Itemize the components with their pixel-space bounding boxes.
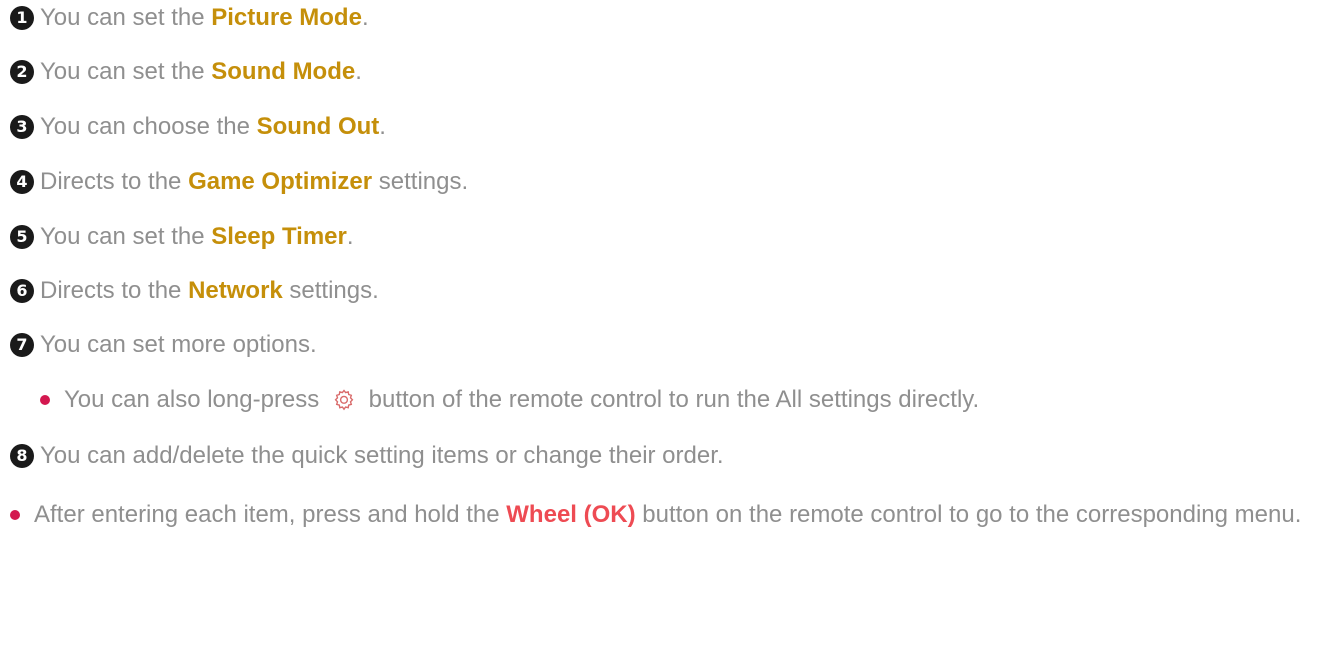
item-1-text: You can set the Picture Mode. bbox=[40, 4, 369, 31]
picture-mode-link: Picture Mode bbox=[211, 4, 362, 31]
number-badge-2: 2 bbox=[10, 60, 34, 84]
item-5: 5 You can set the Sleep Timer. bbox=[10, 222, 354, 252]
number-badge-7: 7 bbox=[10, 333, 34, 357]
item-4-text: Directs to the Game Optimizer settings. bbox=[40, 168, 469, 195]
sub-note: You can also long-press button of the re… bbox=[40, 385, 979, 415]
note: After entering each item, press and hold… bbox=[10, 500, 1310, 530]
item-3-text: You can choose the Sound Out. bbox=[40, 113, 386, 140]
item-1: 1 You can set the Picture Mode. bbox=[10, 3, 369, 33]
item-2-text: You can set the Sound Mode. bbox=[40, 58, 362, 85]
number-badge-5: 5 bbox=[10, 225, 34, 249]
item-4: 4 Directs to the Game Optimizer settings… bbox=[10, 167, 468, 197]
number-badge-3: 3 bbox=[10, 115, 34, 139]
number-badge-1: 1 bbox=[10, 6, 34, 30]
number-badge-8: 8 bbox=[10, 444, 34, 468]
sleep-timer-link: Sleep Timer bbox=[211, 223, 347, 250]
sub-note-text-start: You can also long-press bbox=[64, 386, 326, 413]
item-8-text: You can add/delete the quick setting ite… bbox=[40, 442, 724, 469]
sound-mode-link: Sound Mode bbox=[211, 58, 356, 85]
item-6: 6 Directs to the Network settings. bbox=[10, 276, 379, 306]
number-badge-6: 6 bbox=[10, 279, 34, 303]
item-3: 3 You can choose the Sound Out. bbox=[10, 112, 386, 142]
bullet-icon bbox=[40, 395, 50, 405]
note-text: After entering each item, press and hold… bbox=[34, 501, 1302, 528]
item-7-text: You can set more options. bbox=[40, 331, 317, 358]
game-optimizer-link: Game Optimizer bbox=[188, 168, 373, 195]
item-8: 8 You can add/delete the quick setting i… bbox=[10, 441, 724, 471]
number-badge-4: 4 bbox=[10, 170, 34, 194]
item-5-text: You can set the Sleep Timer. bbox=[40, 223, 354, 250]
item-6-text: Directs to the Network settings. bbox=[40, 277, 379, 304]
gear-icon bbox=[334, 389, 354, 411]
item-2: 2 You can set the Sound Mode. bbox=[10, 57, 362, 87]
sound-out-link: Sound Out bbox=[256, 113, 380, 140]
sub-note-text-end: button of the remote control to run the … bbox=[361, 386, 980, 413]
wheel-ok-button-label: Wheel (OK) bbox=[506, 501, 636, 528]
bullet-icon bbox=[10, 510, 20, 520]
network-link: Network bbox=[188, 277, 283, 304]
item-7: 7 You can set more options. bbox=[10, 330, 317, 360]
